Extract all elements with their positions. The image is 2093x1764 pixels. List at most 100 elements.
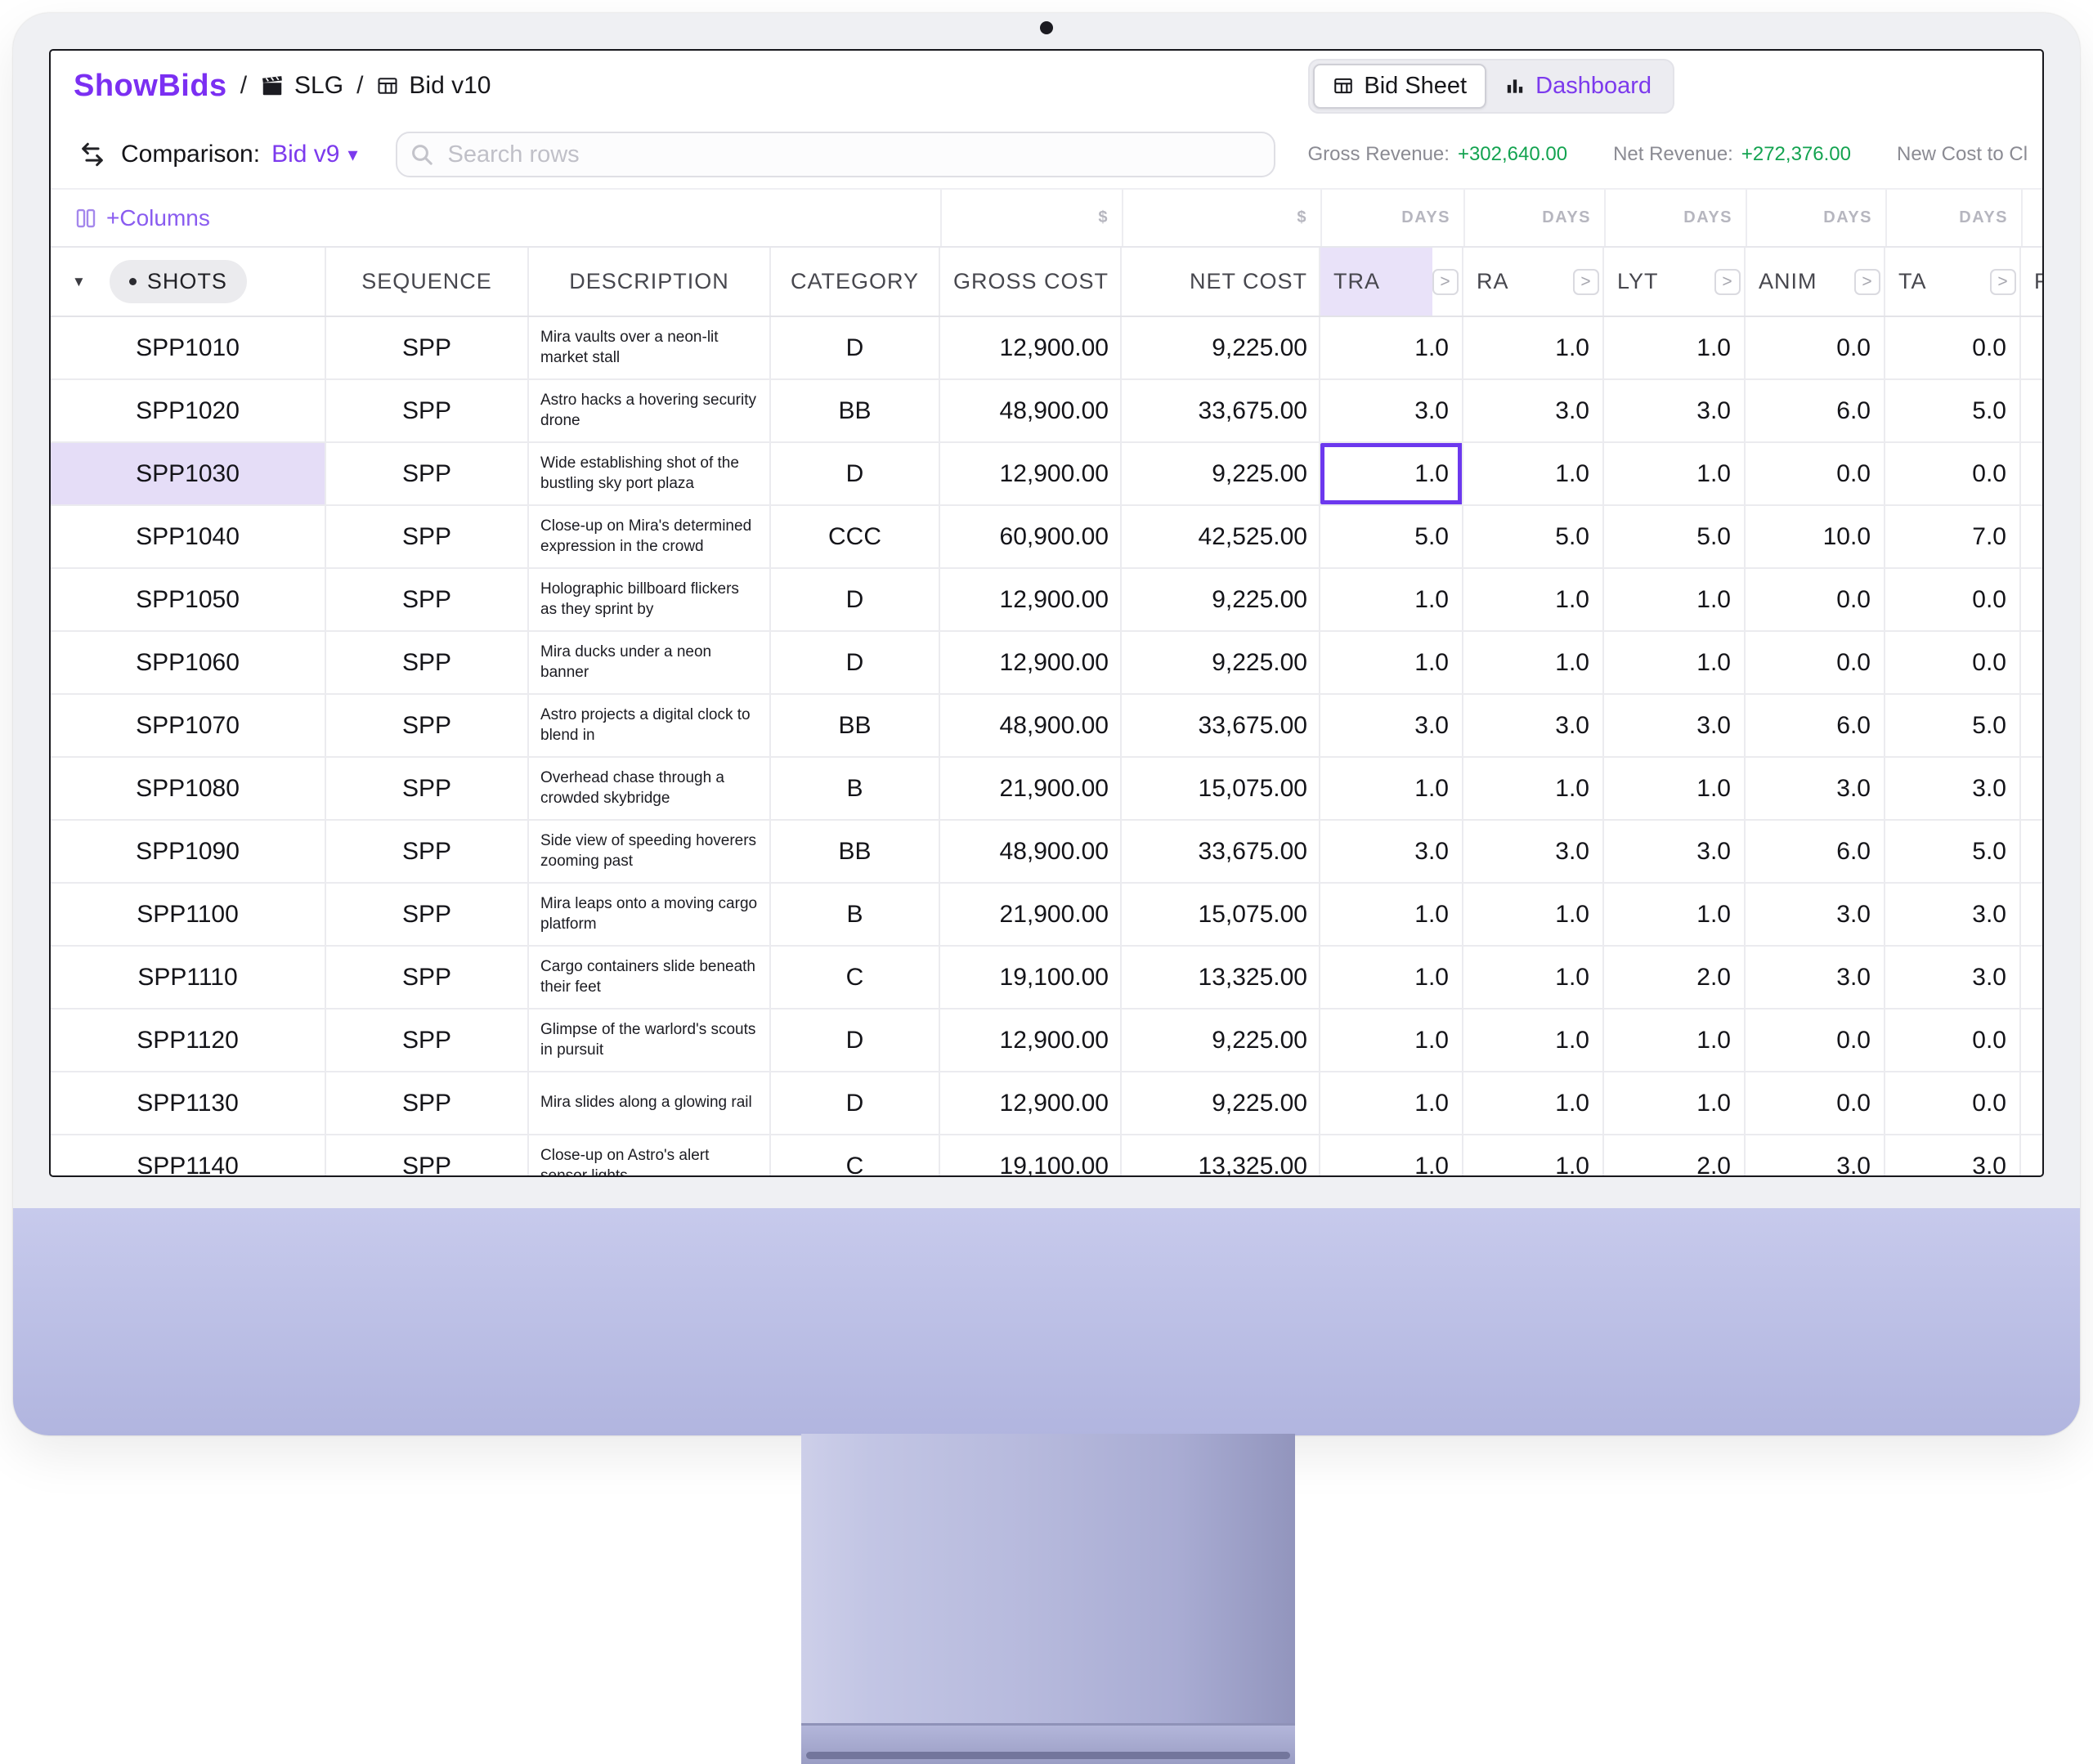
- cell-shot-id[interactable]: SPP1060: [51, 632, 326, 693]
- cell-category[interactable]: CCC: [771, 506, 940, 567]
- cell-tra-days[interactable]: 1.0: [1320, 1135, 1463, 1177]
- cell-ta-days[interactable]: 7.0: [1885, 506, 2021, 567]
- cell-description[interactable]: Cargo containers slide beneath their fee…: [529, 947, 771, 1008]
- cell-category[interactable]: B: [771, 884, 940, 945]
- expand-column-button[interactable]: >: [1714, 269, 1741, 295]
- column-header-net[interactable]: NET COST: [1122, 248, 1320, 316]
- breadcrumb-bid[interactable]: Bid v10: [376, 72, 491, 100]
- cell-anim-days[interactable]: 10.0: [1746, 506, 1885, 567]
- cell-r-days[interactable]: [2021, 1010, 2044, 1071]
- cell-r-days[interactable]: [2021, 380, 2044, 441]
- cell-ra-days[interactable]: 1.0: [1463, 947, 1604, 1008]
- cell-lyt-days[interactable]: 3.0: [1604, 821, 1746, 882]
- cell-tra-days[interactable]: 1.0: [1320, 758, 1463, 819]
- cell-ra-days[interactable]: 1.0: [1463, 569, 1604, 630]
- cell-anim-days[interactable]: 6.0: [1746, 695, 1885, 756]
- cell-shot-id[interactable]: SPP1050: [51, 569, 326, 630]
- cell-tra-days[interactable]: 5.0: [1320, 506, 1463, 567]
- cell-category[interactable]: D: [771, 632, 940, 693]
- cell-net-cost[interactable]: 13,325.00: [1122, 1135, 1320, 1177]
- cell-category[interactable]: D: [771, 1010, 940, 1071]
- cell-shot-id[interactable]: SPP1020: [51, 380, 326, 441]
- cell-net-cost[interactable]: 9,225.00: [1122, 632, 1320, 693]
- cell-ta-days[interactable]: 3.0: [1885, 758, 2021, 819]
- cell-tra-days[interactable]: 1.0: [1320, 884, 1463, 945]
- cell-lyt-days[interactable]: 1.0: [1604, 758, 1746, 819]
- cell-gross-cost[interactable]: 12,900.00: [940, 317, 1122, 378]
- app-logo[interactable]: ShowBids: [74, 69, 227, 104]
- cell-tra-days[interactable]: 1.0: [1320, 632, 1463, 693]
- cell-ra-days[interactable]: 1.0: [1463, 632, 1604, 693]
- cell-lyt-days[interactable]: 3.0: [1604, 695, 1746, 756]
- cell-description[interactable]: Holographic billboard flickers as they s…: [529, 569, 771, 630]
- cell-r-days[interactable]: [2021, 884, 2044, 945]
- cell-net-cost[interactable]: 9,225.00: [1122, 569, 1320, 630]
- cell-gross-cost[interactable]: 48,900.00: [940, 380, 1122, 441]
- cell-description[interactable]: Mira leaps onto a moving cargo platform: [529, 884, 771, 945]
- cell-category[interactable]: D: [771, 317, 940, 378]
- cell-shot-id[interactable]: SPP1010: [51, 317, 326, 378]
- cell-tra-days[interactable]: 1.0: [1320, 569, 1463, 630]
- cell-shot-id[interactable]: SPP1090: [51, 821, 326, 882]
- cell-ta-days[interactable]: 0.0: [1885, 632, 2021, 693]
- cell-ra-days[interactable]: 3.0: [1463, 695, 1604, 756]
- cell-sequence[interactable]: SPP: [326, 1010, 529, 1071]
- expand-column-button[interactable]: >: [1990, 269, 2016, 295]
- cell-ra-days[interactable]: 1.0: [1463, 758, 1604, 819]
- search-input[interactable]: [396, 132, 1275, 177]
- cell-ta-days[interactable]: 5.0: [1885, 380, 2021, 441]
- comparison-select[interactable]: Bid v9: [271, 141, 339, 168]
- cell-anim-days[interactable]: 0.0: [1746, 1010, 1885, 1071]
- column-header-label-tra[interactable]: TRA: [1320, 248, 1432, 316]
- cell-description[interactable]: Close-up on Astro's alert sensor lights: [529, 1135, 771, 1177]
- cell-lyt-days[interactable]: 3.0: [1604, 380, 1746, 441]
- chevron-down-icon[interactable]: ▾: [347, 143, 357, 167]
- cell-ra-days[interactable]: 5.0: [1463, 506, 1604, 567]
- cell-gross-cost[interactable]: 12,900.00: [940, 443, 1122, 504]
- cell-description[interactable]: Overhead chase through a crowded skybrid…: [529, 758, 771, 819]
- cell-sequence[interactable]: SPP: [326, 632, 529, 693]
- cell-net-cost[interactable]: 42,525.00: [1122, 506, 1320, 567]
- cell-net-cost[interactable]: 33,675.00: [1122, 695, 1320, 756]
- cell-gross-cost[interactable]: 19,100.00: [940, 1135, 1122, 1177]
- cell-net-cost[interactable]: 9,225.00: [1122, 317, 1320, 378]
- column-header-label-ta[interactable]: TA: [1885, 248, 1990, 316]
- cell-tra-days[interactable]: 1.0: [1320, 443, 1463, 504]
- cell-net-cost[interactable]: 33,675.00: [1122, 380, 1320, 441]
- expand-column-button[interactable]: >: [1854, 269, 1880, 295]
- cell-ra-days[interactable]: 1.0: [1463, 1072, 1604, 1134]
- cell-sequence[interactable]: SPP: [326, 695, 529, 756]
- cell-anim-days[interactable]: 0.0: [1746, 317, 1885, 378]
- cell-ra-days[interactable]: 3.0: [1463, 380, 1604, 441]
- cell-category[interactable]: D: [771, 1072, 940, 1134]
- cell-net-cost[interactable]: 33,675.00: [1122, 821, 1320, 882]
- cell-anim-days[interactable]: 3.0: [1746, 1135, 1885, 1177]
- cell-gross-cost[interactable]: 19,100.00: [940, 947, 1122, 1008]
- cell-ra-days[interactable]: 1.0: [1463, 443, 1604, 504]
- cell-lyt-days[interactable]: 1.0: [1604, 1072, 1746, 1134]
- cell-gross-cost[interactable]: 21,900.00: [940, 758, 1122, 819]
- cell-tra-days[interactable]: 3.0: [1320, 380, 1463, 441]
- cell-lyt-days[interactable]: 1.0: [1604, 443, 1746, 504]
- cell-anim-days[interactable]: 0.0: [1746, 1072, 1885, 1134]
- cell-sequence[interactable]: SPP: [326, 443, 529, 504]
- cell-anim-days[interactable]: 0.0: [1746, 632, 1885, 693]
- cell-shot-id[interactable]: SPP1070: [51, 695, 326, 756]
- cell-shot-id[interactable]: SPP1110: [51, 947, 326, 1008]
- column-header-label-lyt[interactable]: LYT: [1604, 248, 1714, 316]
- column-header-gross[interactable]: GROSS COST: [940, 248, 1122, 316]
- cell-category[interactable]: BB: [771, 380, 940, 441]
- cell-lyt-days[interactable]: 1.0: [1604, 317, 1746, 378]
- cell-ra-days[interactable]: 1.0: [1463, 884, 1604, 945]
- cell-r-days[interactable]: [2021, 947, 2044, 1008]
- cell-ra-days[interactable]: 3.0: [1463, 821, 1604, 882]
- column-header-category[interactable]: CATEGORY: [771, 248, 940, 316]
- cell-net-cost[interactable]: 15,075.00: [1122, 758, 1320, 819]
- expand-column-button[interactable]: >: [1573, 269, 1599, 295]
- cell-sequence[interactable]: SPP: [326, 1072, 529, 1134]
- cell-r-days[interactable]: [2021, 821, 2044, 882]
- cell-gross-cost[interactable]: 12,900.00: [940, 569, 1122, 630]
- cell-gross-cost[interactable]: 48,900.00: [940, 695, 1122, 756]
- cell-gross-cost[interactable]: 21,900.00: [940, 884, 1122, 945]
- cell-tra-days[interactable]: 3.0: [1320, 821, 1463, 882]
